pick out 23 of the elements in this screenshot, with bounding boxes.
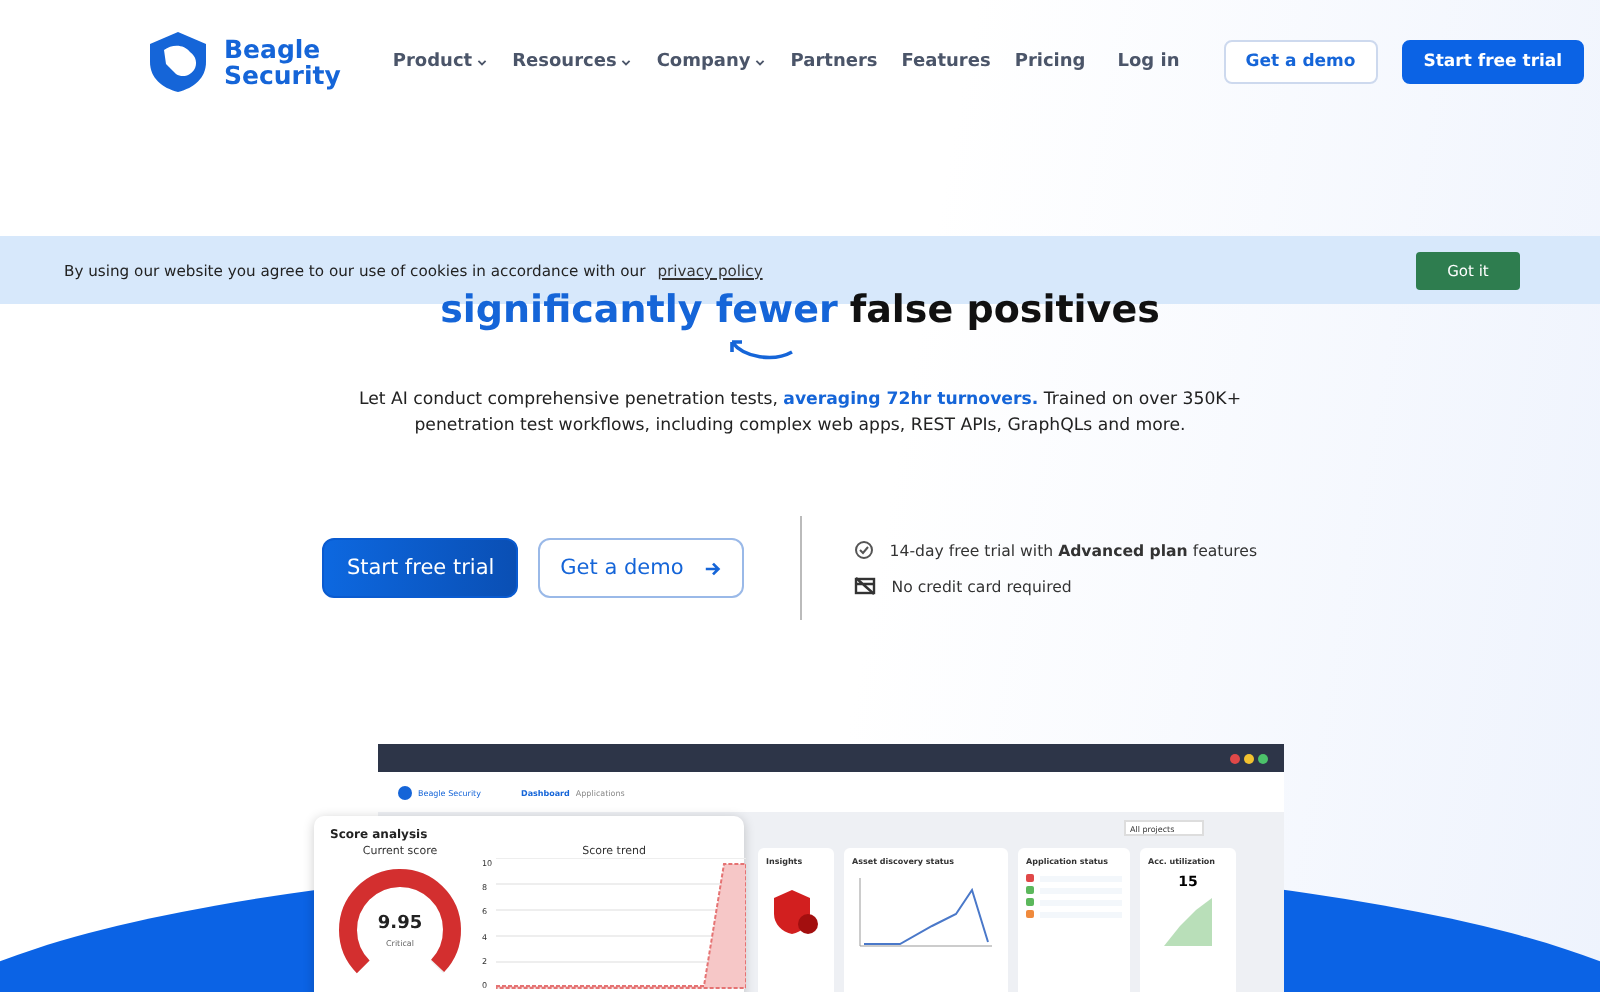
curved-arrow-icon (724, 336, 796, 360)
check-circle-icon (853, 540, 874, 560)
headline: significantly fewer false positives (440, 288, 1160, 332)
nav-link[interactable]: Product (392, 52, 489, 72)
arrow-right-icon (703, 559, 722, 577)
nav-link[interactable]: Pricing (1014, 52, 1086, 72)
dog-shield-logo-icon (144, 28, 212, 96)
nav-link[interactable]: Resources (512, 52, 633, 72)
area-chart-drawing (1164, 898, 1212, 946)
nav-link[interactable]: Features (901, 52, 991, 72)
no-card-icon (853, 576, 876, 596)
score-value: 9.95 (377, 914, 423, 934)
login-link[interactable]: Log in (1117, 52, 1180, 72)
get-demo-button[interactable]: Get a demo (538, 538, 744, 598)
alert-shield-icon (770, 886, 822, 938)
logo-icon (398, 785, 412, 799)
nav-link[interactable]: Partners (790, 52, 878, 72)
logo-text: Beagle Security (224, 36, 341, 88)
nav-link[interactable]: Company (656, 52, 767, 72)
start-trial-button[interactable]: Start free trial (322, 538, 519, 598)
demo-button[interactable]: Get a demo (1223, 40, 1378, 84)
trial-button[interactable]: Start free trial (1401, 40, 1585, 84)
hero-description: Let AI conduct comprehensive penetration tests, averaging 72hr turnovers. Trained on over 350K+ penetration test workflows, including complex web apps, REST APIs, GraphQLs and more. (356, 388, 1244, 440)
